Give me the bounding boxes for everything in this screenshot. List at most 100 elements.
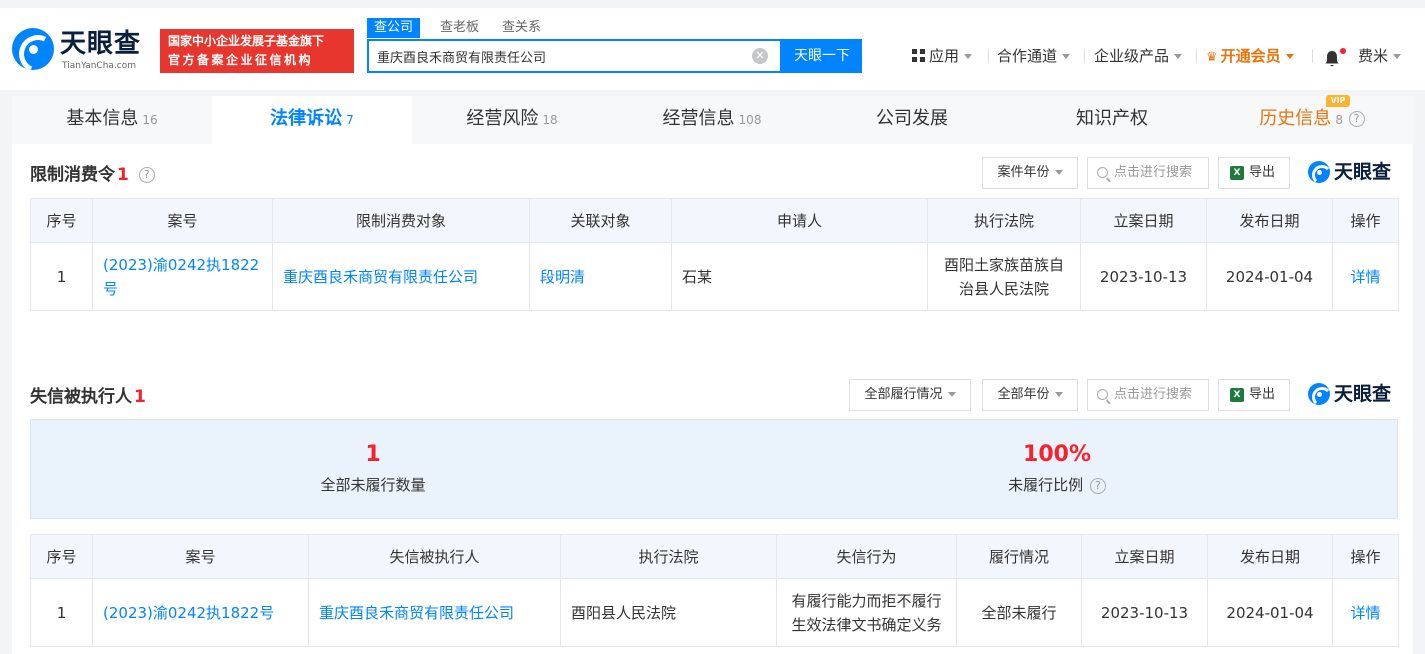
column-header: 申请人 <box>671 198 928 243</box>
related-person-link[interactable]: 段明清 <box>540 268 585 286</box>
nav-divider <box>1196 49 1197 63</box>
site-logo[interactable]: 天眼查 TianYanCha.com <box>12 26 152 74</box>
tab-count: 8 <box>1335 113 1343 127</box>
content-panel: 限制消费令 1 ? 案件年份 点击进行搜索 X 导出 天眼查 序号 案号 限制消费… <box>12 144 1413 654</box>
dishonest-stats: 1 全部未履行数量 100% 未履行比例 ? <box>30 419 1398 519</box>
search-tab-relation[interactable]: 查关系 <box>502 18 541 38</box>
section-title-text: 限制消费令 <box>30 165 115 185</box>
help-icon[interactable]: ? <box>1348 111 1365 127</box>
tab-label: 经营风险 <box>466 108 539 129</box>
nav-channels[interactable]: 合作通道 <box>997 45 1071 67</box>
column-header: 操作 <box>1332 534 1399 579</box>
brand-watermark: 天眼查 <box>1308 160 1400 186</box>
nav-enterprise[interactable]: 企业级产品 <box>1094 45 1183 67</box>
chevron-down-icon <box>1393 54 1402 59</box>
nav-user-label: 费米 <box>1358 47 1389 65</box>
search-tab-company[interactable]: 查公司 <box>367 18 421 38</box>
tab-count: 16 <box>142 113 158 127</box>
logo-subtitle: TianYanCha.com <box>62 61 137 71</box>
tab-development[interactable]: 公司发展 <box>812 96 1012 144</box>
column-header: 履行情况 <box>956 534 1082 579</box>
chevron-down-icon <box>947 392 956 397</box>
case-number-link[interactable]: (2023)渝0242执1822号 <box>103 604 274 622</box>
section-title-restriction: 限制消费令 1 ? <box>30 160 155 185</box>
tab-history[interactable]: 历史信息 8 ? <box>1212 96 1412 144</box>
fulfillment-status-dropdown[interactable]: 全部履行情况 <box>849 379 971 411</box>
published-date: 2024-01-04 <box>1206 242 1333 311</box>
year-label: 全部年份 <box>997 387 1050 402</box>
year-dropdown[interactable]: 全部年份 <box>982 379 1078 411</box>
column-header: 序号 <box>30 534 93 579</box>
bell-icon[interactable] <box>1324 50 1340 68</box>
excel-icon: X <box>1230 388 1244 402</box>
brand-name: 天眼查 <box>1334 161 1392 183</box>
tab-count: 18 <box>542 113 558 127</box>
nav-user[interactable]: 费米 <box>1358 45 1402 67</box>
column-header: 执行法院 <box>560 534 777 579</box>
company-link[interactable]: 重庆酉良禾商贸有限责任公司 <box>283 268 478 286</box>
search-placeholder: 点击进行搜索 <box>1114 387 1193 402</box>
badge-line-2: 官方备案企业征信机构 <box>168 53 314 67</box>
column-header: 关联对象 <box>529 198 672 243</box>
brand-logo-icon <box>1308 161 1332 185</box>
column-header: 案号 <box>92 534 309 579</box>
nav-enterprise-label: 企业级产品 <box>1094 47 1170 65</box>
tab-business-risk[interactable]: 经营风险 18 <box>412 96 612 144</box>
court: 酉阳县人民法院 <box>560 578 777 647</box>
case-year-label: 案件年份 <box>997 165 1050 180</box>
nav-vip[interactable]: ♛ 开通会员 <box>1206 45 1294 69</box>
section-title-text: 失信被执行人 <box>30 387 132 407</box>
published-date: 2024-01-04 <box>1207 578 1333 647</box>
tab-business-info[interactable]: 经营信息 108 <box>612 96 812 144</box>
dishonest-behavior: 有履行能力而拒不履行生效法律文书确定义务 <box>776 578 957 647</box>
logo-name: 天眼查 <box>60 29 142 59</box>
nav-channels-label: 合作通道 <box>997 47 1058 65</box>
table-row: 1 (2023)渝0242执1822号 重庆酉良禾商贸有限责任公司 酉阳县人民法… <box>30 578 1399 647</box>
column-header: 发布日期 <box>1206 198 1333 243</box>
brand-logo-icon <box>1308 383 1332 407</box>
search-input[interactable] <box>377 41 737 71</box>
stat-unfulfilled-count: 1 全部未履行数量 <box>31 420 715 520</box>
search-icon <box>1097 167 1108 178</box>
help-icon[interactable]: ? <box>138 167 155 183</box>
tab-ip[interactable]: 知识产权 <box>1012 96 1212 144</box>
clear-icon[interactable]: ✕ <box>752 48 768 64</box>
dishonest-search-input[interactable]: 点击进行搜索 <box>1087 379 1209 411</box>
section-title-dishonest: 失信被执行人 1 <box>30 382 146 407</box>
section-count: 1 <box>117 165 129 185</box>
tab-legal[interactable]: 法律诉讼 7 <box>212 96 412 144</box>
court: 酉阳土家族苗族自治县人民法院 <box>927 242 1081 311</box>
detail-link[interactable]: 详情 <box>1350 604 1380 622</box>
column-header: 立案日期 <box>1081 534 1208 579</box>
restriction-search-input[interactable]: 点击进行搜索 <box>1087 157 1209 189</box>
search-placeholder: 点击进行搜索 <box>1114 165 1193 180</box>
nav-apps[interactable]: 应用 <box>912 45 973 67</box>
badge-line-1: 国家中小企业发展子基金旗下 <box>168 34 325 48</box>
logo-icon <box>12 28 54 70</box>
tab-label: 历史信息 <box>1259 108 1332 129</box>
vip-tag: VIP <box>1326 95 1350 107</box>
case-number-link[interactable]: (2023)渝0242执1822号 <box>103 256 259 298</box>
official-badge: 国家中小企业发展子基金旗下 官方备案企业征信机构 <box>160 29 354 73</box>
column-header: 序号 <box>30 198 93 243</box>
table-row: 1 (2023)渝0242执1822号 重庆酉良禾商贸有限责任公司 段明清 石某… <box>30 242 1399 311</box>
stat-label: 全部未履行数量 <box>320 476 426 494</box>
tab-basic-info[interactable]: 基本信息 16 <box>12 96 212 144</box>
filed-date: 2023-10-13 <box>1080 242 1207 311</box>
stat-value: 100% <box>1023 442 1091 467</box>
row-index: 1 <box>30 242 93 311</box>
column-header: 失信行为 <box>776 534 957 579</box>
table-header-row: 序号 案号 限制消费对象 关联对象 申请人 执行法院 立案日期 发布日期 操作 <box>30 198 1399 243</box>
search-button[interactable]: 天眼一下 <box>782 39 862 73</box>
detail-link[interactable]: 详情 <box>1350 268 1380 286</box>
column-header: 限制消费对象 <box>272 198 530 243</box>
stat-unfulfilled-ratio: 100% 未履行比例 ? <box>715 420 1399 520</box>
column-header: 操作 <box>1332 198 1399 243</box>
restriction-export-button[interactable]: X 导出 <box>1218 157 1290 189</box>
help-icon[interactable]: ? <box>1089 477 1106 494</box>
company-link[interactable]: 重庆酉良禾商贸有限责任公司 <box>319 604 514 622</box>
case-year-dropdown[interactable]: 案件年份 <box>982 157 1078 189</box>
search-tab-boss[interactable]: 查老板 <box>440 18 479 38</box>
column-header: 立案日期 <box>1080 198 1207 243</box>
dishonest-export-button[interactable]: X 导出 <box>1218 379 1290 411</box>
